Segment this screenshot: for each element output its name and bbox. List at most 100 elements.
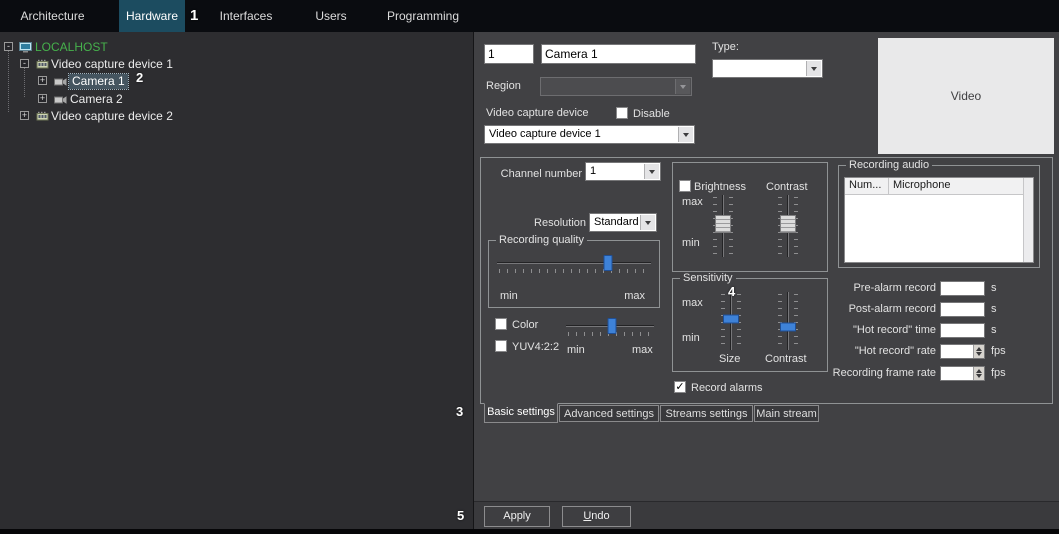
tab-basic-settings[interactable]: Basic settings <box>484 403 558 423</box>
tab-users[interactable]: Users <box>304 0 358 32</box>
post-alarm-record-label: Post-alarm record <box>848 303 936 315</box>
brightness-checkbox[interactable] <box>679 180 691 192</box>
post-alarm-record-unit: s <box>991 303 997 315</box>
slider-thumb[interactable] <box>723 314 739 324</box>
capture-device-icon <box>36 59 49 73</box>
recording-quality-groupbox: Recording quality min max <box>488 234 660 308</box>
tab-interfaces[interactable]: Interfaces <box>210 0 282 32</box>
camera-2-expander[interactable]: + <box>38 94 47 103</box>
chevron-down-icon[interactable] <box>806 61 821 76</box>
min-label: min <box>682 332 700 344</box>
region-label: Region <box>486 80 521 92</box>
slider-track <box>497 262 651 264</box>
chevron-down-icon[interactable] <box>678 127 693 142</box>
recording-frame-rate-label: Recording frame rate <box>832 367 936 379</box>
disable-checkbox[interactable] <box>616 107 628 119</box>
yuv-label: YUV4:2:2 <box>512 341 560 353</box>
recording-quality-title: Recording quality <box>496 234 587 246</box>
localhost-expander[interactable]: - <box>4 42 13 51</box>
recording-audio-table[interactable]: Num... Microphone <box>844 177 1034 263</box>
channel-number-dropdown[interactable]: 1 <box>585 162 661 181</box>
resolution-label: Resolution <box>534 217 586 229</box>
tab-advanced-settings[interactable]: Advanced settings <box>559 405 659 422</box>
channel-number-label: Channel number <box>500 168 582 180</box>
hot-record-time-unit: s <box>991 324 997 336</box>
table-scrollbar[interactable] <box>1023 178 1033 262</box>
tab-main-stream[interactable]: Main stream <box>754 405 819 422</box>
column-header-microphone: Microphone <box>893 179 951 191</box>
recording-audio-groupbox: Recording audio Num... Microphone <box>838 159 1040 268</box>
device-1-expander[interactable]: - <box>20 59 29 68</box>
tree-item-label: Video capture device 2 <box>51 109 173 123</box>
type-label: Type: <box>712 41 739 53</box>
top-nav: Architecture Hardware Interfaces Users P… <box>0 0 1059 32</box>
chevron-down-icon[interactable] <box>644 164 659 179</box>
record-alarms-checkbox[interactable]: ✓ <box>674 381 686 393</box>
slider-thumb[interactable] <box>780 215 796 234</box>
tab-architecture[interactable]: Architecture <box>10 0 95 32</box>
tab-hardware[interactable]: Hardware <box>119 0 185 32</box>
slider-thumb[interactable] <box>603 255 613 271</box>
color-checkbox[interactable] <box>495 318 507 330</box>
sensitivity-size-slider[interactable] <box>721 292 741 350</box>
pre-alarm-record-input[interactable] <box>940 281 985 296</box>
yuv-checkbox[interactable] <box>495 340 507 352</box>
contrast-slider[interactable] <box>778 195 798 257</box>
recording-frame-rate-input[interactable] <box>940 366 985 381</box>
tree-item-camera-1[interactable]: + Camera 1 <box>0 73 473 90</box>
annotation-1: 1 <box>190 7 199 24</box>
tab-programming[interactable]: Programming <box>383 0 463 32</box>
bottom-edge <box>0 529 1059 534</box>
tree-item-camera-2[interactable]: + Camera 2 <box>0 92 473 107</box>
hot-record-rate-label: "Hot record" rate <box>854 345 936 357</box>
recording-quality-slider[interactable] <box>497 255 651 275</box>
brightness-label: Brightness <box>694 181 746 193</box>
chevron-down-icon <box>675 79 690 94</box>
spinner-arrows-icon[interactable] <box>973 367 984 380</box>
annotation-5: 5 <box>457 508 465 523</box>
pre-alarm-record-label: Pre-alarm record <box>853 282 936 294</box>
camera-1-expander[interactable]: + <box>38 76 47 85</box>
region-dropdown[interactable] <box>540 77 692 96</box>
slider-thumb[interactable] <box>607 318 617 334</box>
undo-button[interactable]: Undo <box>562 506 631 527</box>
brightness-slider[interactable] <box>713 195 733 257</box>
max-label: max <box>682 297 703 309</box>
camera-icon <box>54 94 67 108</box>
slider-ticks <box>499 269 649 273</box>
device-2-expander[interactable]: + <box>20 111 29 120</box>
camera-id-field[interactable] <box>484 44 534 64</box>
tree-item-label: Video capture device 1 <box>51 57 173 71</box>
tree-item-localhost[interactable]: - LOCALHOST <box>0 40 473 55</box>
computer-icon <box>19 42 32 56</box>
camera-name-field[interactable] <box>541 44 696 64</box>
hot-record-rate-input[interactable] <box>940 344 985 359</box>
color-label: Color <box>512 319 539 331</box>
recording-audio-table-header: Num... Microphone <box>845 178 1033 195</box>
video-preview: Video <box>878 38 1054 154</box>
hot-record-time-input[interactable] <box>940 323 985 338</box>
video-capture-device-dropdown[interactable]: Video capture device 1 <box>484 125 695 144</box>
hot-record-time-label: "Hot record" time <box>853 324 936 336</box>
tree-item-video-capture-device-2[interactable]: + Video capture device 2 <box>0 109 473 124</box>
column-header-number: Num... <box>845 178 889 194</box>
tab-streams-settings[interactable]: Streams settings <box>660 405 753 422</box>
spinner-arrows-icon[interactable] <box>973 345 984 358</box>
sensitivity-contrast-slider[interactable] <box>778 292 798 350</box>
channel-number-value: 1 <box>590 165 597 177</box>
check-icon: ✓ <box>675 381 685 393</box>
slider-thumb[interactable] <box>715 215 731 234</box>
type-dropdown[interactable] <box>712 59 823 78</box>
disable-label: Disable <box>633 108 670 120</box>
color-slider[interactable] <box>566 318 654 338</box>
annotation-4: 4 <box>728 284 736 299</box>
tree-item-video-capture-device-1[interactable]: - Video capture device 1 <box>0 57 473 72</box>
resolution-dropdown[interactable]: Standard <box>589 213 657 232</box>
chevron-down-icon[interactable] <box>640 215 655 230</box>
tree-item-label: Camera 2 <box>70 92 123 106</box>
settings-panel: Type: Region Video capture device Disabl… <box>474 32 1059 529</box>
tree-item-label-selected: Camera 1 <box>68 73 129 90</box>
post-alarm-record-input[interactable] <box>940 302 985 317</box>
apply-button[interactable]: Apply <box>484 506 550 527</box>
annotation-3: 3 <box>456 404 464 419</box>
